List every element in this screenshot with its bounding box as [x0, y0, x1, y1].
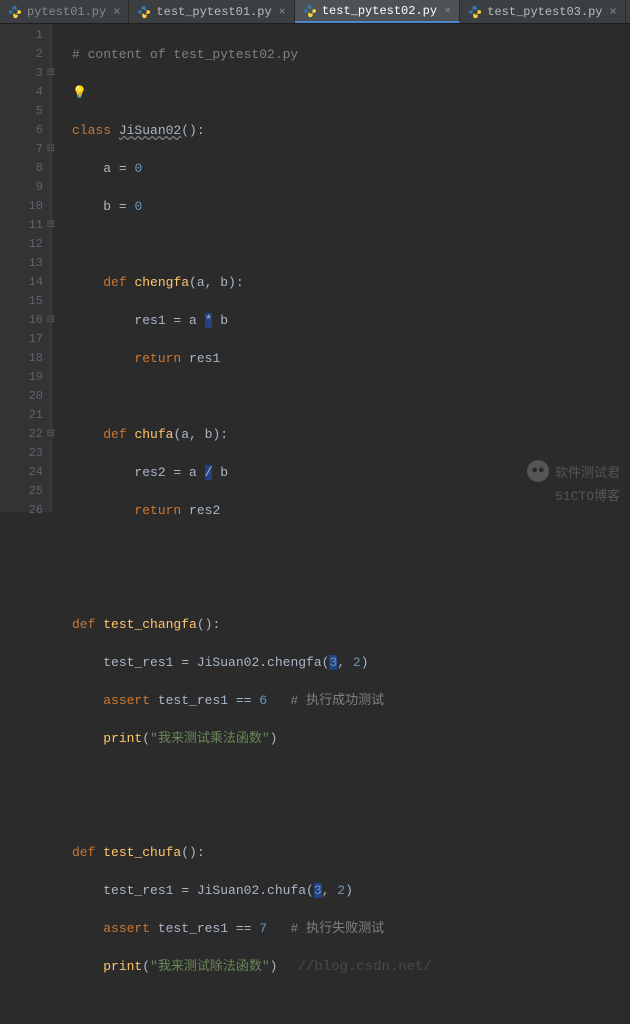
line-number: 15: [0, 292, 43, 311]
python-icon: [303, 4, 317, 18]
line-number: 25: [0, 482, 43, 501]
line-number: 9: [0, 178, 43, 197]
line-number: 13: [0, 254, 43, 273]
line-number: 4: [0, 83, 43, 102]
code-area[interactable]: # content of test_pytest02.py 💡 class Ji…: [52, 24, 630, 512]
line-number: 17: [0, 330, 43, 349]
tab-label: test_pytest02.py: [322, 4, 437, 18]
line-number: 1: [0, 26, 43, 45]
close-icon[interactable]: ×: [113, 5, 120, 19]
tab-test-pytest02[interactable]: test_pytest02.py ×: [295, 0, 460, 23]
tab-label: test_pytest03.py: [487, 5, 602, 19]
line-number: 22⊟: [0, 425, 43, 444]
code-editor: 1 2 3⊟ 4 5 6 7⊟ 8 9 10 11⊟ 12 13 14 15 1…: [0, 24, 630, 512]
watermark-blog: //blog.csdn.net/: [297, 959, 431, 975]
watermark-brand: 软件测试君: [555, 462, 620, 481]
editor-tabs: pytest01.py × test_pytest01.py × test_py…: [0, 0, 630, 24]
tab-label: pytest01.py: [27, 5, 106, 19]
line-number: 10: [0, 197, 43, 216]
tab-test-pytest01[interactable]: test_pytest01.py ×: [129, 0, 294, 23]
line-number: 21: [0, 406, 43, 425]
comment: # content of test_pytest02.py: [72, 47, 298, 62]
line-number: 3⊟: [0, 64, 43, 83]
line-number: 18: [0, 349, 43, 368]
wechat-icon: ●●: [527, 460, 549, 482]
line-number: 5: [0, 102, 43, 121]
line-number: 11⊟: [0, 216, 43, 235]
watermark: ●● 软件测试君: [527, 460, 620, 482]
python-icon: [468, 5, 482, 19]
tab-pytest01[interactable]: pytest01.py ×: [0, 0, 129, 23]
line-number: 24: [0, 463, 43, 482]
tab-test-pytest03[interactable]: test_pytest03.py ×: [460, 0, 625, 23]
tab-label: test_pytest01.py: [156, 5, 271, 19]
line-number: 2: [0, 45, 43, 64]
line-gutter: 1 2 3⊟ 4 5 6 7⊟ 8 9 10 11⊟ 12 13 14 15 1…: [0, 24, 52, 512]
line-number: 20: [0, 387, 43, 406]
bulb-icon[interactable]: 💡: [72, 86, 87, 100]
line-number: 12: [0, 235, 43, 254]
line-number: 23: [0, 444, 43, 463]
line-number: 6: [0, 121, 43, 140]
line-number: 14: [0, 273, 43, 292]
close-icon[interactable]: ×: [279, 5, 286, 19]
line-number: 19: [0, 368, 43, 387]
close-icon[interactable]: ×: [444, 4, 451, 18]
line-number: 7⊟: [0, 140, 43, 159]
close-icon[interactable]: ×: [609, 5, 616, 19]
watermark-cto: 51CTO博客: [555, 485, 620, 504]
line-number: 8: [0, 159, 43, 178]
line-number: 26: [0, 501, 43, 520]
line-number: 16⊟: [0, 311, 43, 330]
python-icon: [137, 5, 151, 19]
python-icon: [8, 5, 22, 19]
